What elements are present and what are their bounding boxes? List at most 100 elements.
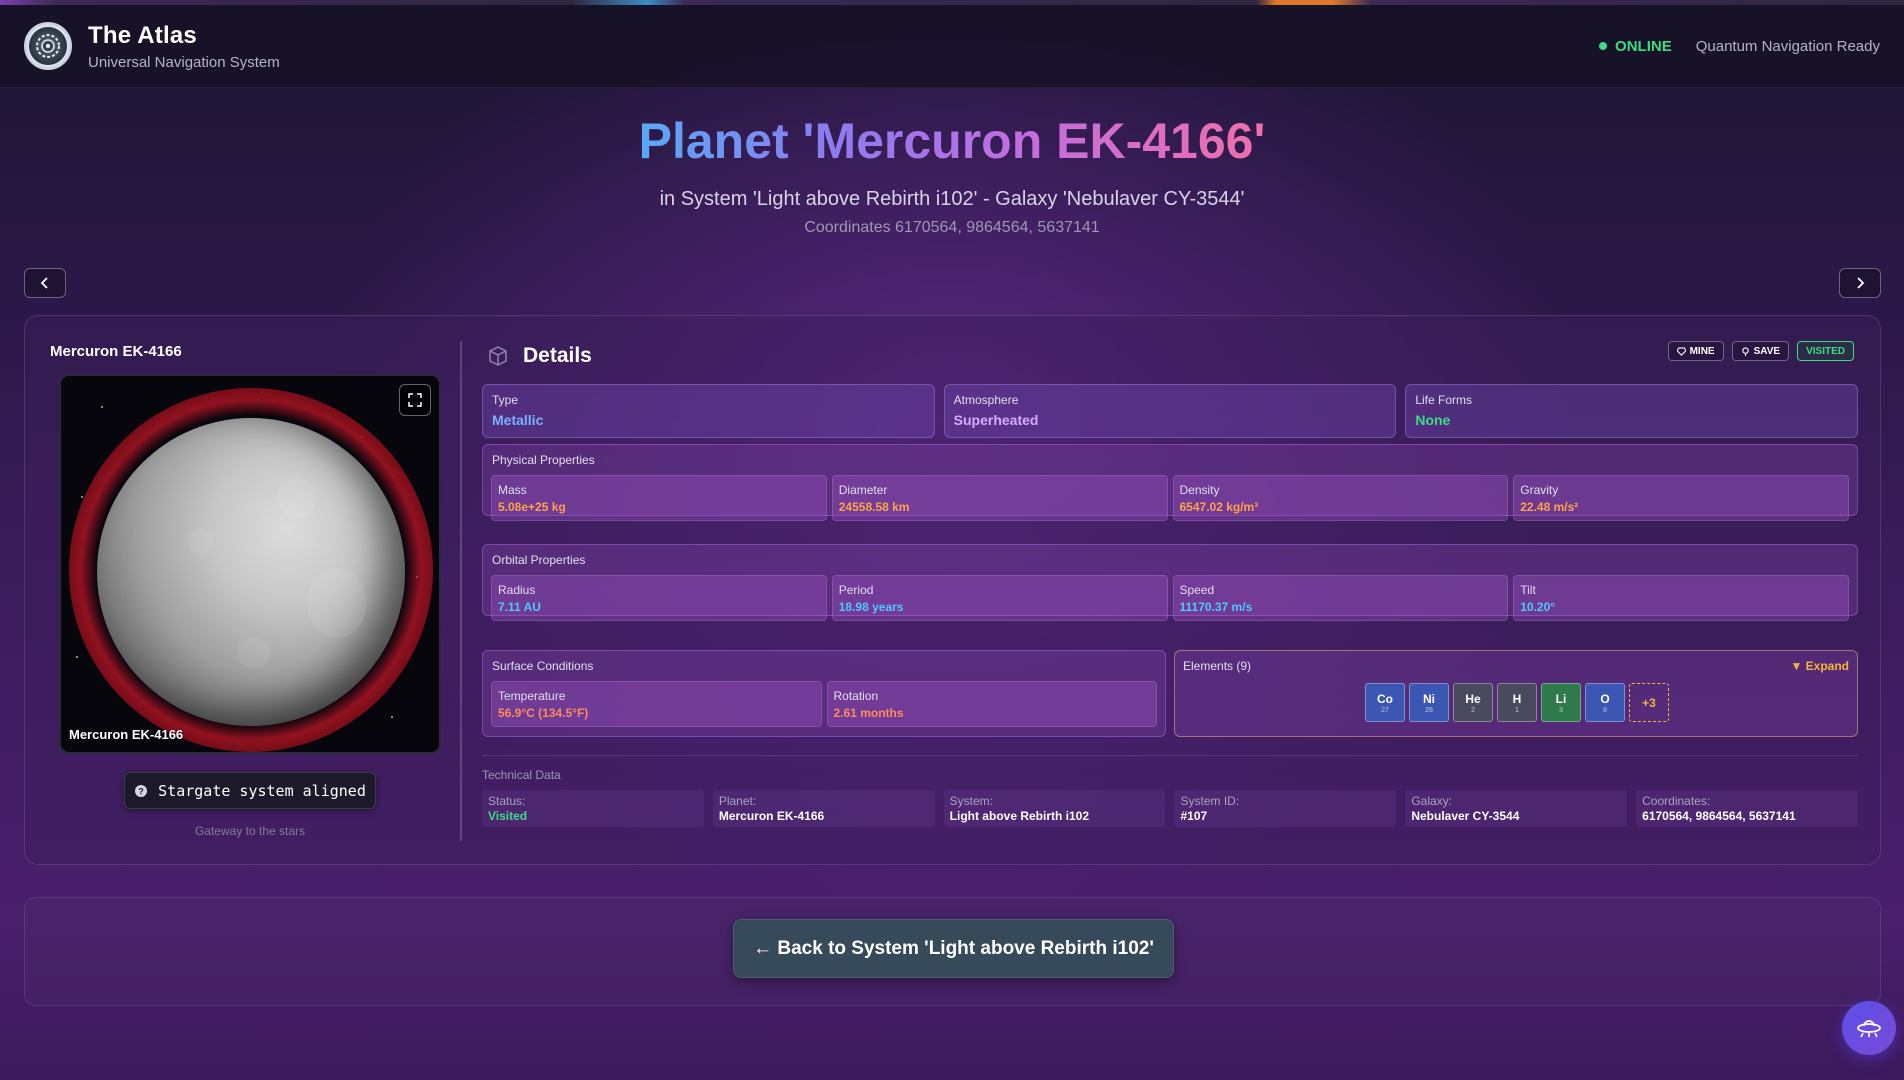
mine-button[interactable]: MINE — [1667, 341, 1724, 361]
element-tile[interactable]: O8 — [1585, 683, 1625, 722]
tech-planet: Planet: Mercuron EK-4166 — [712, 790, 935, 827]
type-label: Type — [492, 393, 519, 407]
temperature-value: 56.9°C (134.5°F) — [498, 706, 589, 720]
period-field: Period 18.98 years — [831, 575, 1168, 621]
previous-planet-button[interactable] — [24, 268, 66, 298]
tilt-field: Tilt 10.20° — [1513, 575, 1849, 621]
page-coordinates: Coordinates 6170564, 9864564, 5637141 — [804, 219, 1100, 236]
page-hero: Planet 'Mercuron EK-4166' in System 'Lig… — [0, 112, 1904, 237]
type-value: Metallic — [492, 412, 544, 428]
speed-value: 11170.37 m/s — [1179, 600, 1253, 614]
tech-system: System: Light above Rebirth i102 — [943, 790, 1166, 827]
expand-elements-button[interactable]: ▼ Expand — [1790, 659, 1849, 673]
density-field: Density 6547.02 kg/m³ — [1172, 475, 1509, 521]
app-subtitle: Universal Navigation System — [88, 53, 280, 71]
element-tile[interactable]: Li 3 — [1541, 683, 1581, 722]
rotation-value: 2.61 months — [833, 706, 904, 720]
physical-properties-group: Physical Properties Mass 5.08e+25 kg Diam… — [482, 444, 1858, 521]
save-label: SAVE — [1753, 345, 1781, 357]
fullscreen-icon[interactable] — [399, 384, 431, 416]
element-tile[interactable]: He 2 — [1453, 683, 1493, 722]
gravity-label: Gravity — [1520, 483, 1559, 497]
planet-sphere — [97, 418, 405, 726]
rotation-field: Rotation 2.61 months — [826, 681, 1157, 727]
online-status: ONLINE — [1599, 38, 1672, 55]
planet-visual-panel: Mercuron EK-4166 Mercuron EK-4166 ? Star… — [25, 316, 461, 864]
period-value: 18.98 years — [838, 600, 904, 614]
life-forms-label: Life Forms — [1415, 393, 1473, 407]
back-section: ← Back to System 'Light above Rebirth i1… — [24, 897, 1881, 1006]
save-button[interactable]: SAVE — [1731, 341, 1790, 361]
cube-icon — [489, 346, 507, 366]
gravity-value: 22.48 m/s² — [1520, 500, 1579, 514]
atmosphere-field: Atmosphere Superheated — [943, 384, 1397, 438]
speed-field: Speed 11170.37 m/s — [1172, 575, 1509, 621]
temperature-label: Temperature — [498, 689, 566, 703]
app-title: The Atlas — [88, 21, 197, 49]
app-header: The Atlas Universal Navigation System ON… — [0, 5, 1904, 88]
planet-image[interactable]: Mercuron EK-4166 — [59, 374, 441, 754]
life-forms-value: None — [1415, 412, 1451, 428]
gear-icon — [36, 34, 60, 58]
orbital-properties-group: Orbital Properties Radius 7.11 AU Period 1… — [482, 544, 1858, 621]
density-label: Density — [1179, 483, 1220, 497]
element-tile[interactable]: Co 27 — [1365, 683, 1405, 722]
tech-coordinates: Coordinates: 6170564, 9864564, 5637141 — [1636, 790, 1858, 827]
period-label: Period — [838, 583, 874, 597]
gravity-field: Gravity 22.48 m/s² — [1513, 475, 1849, 521]
temperature-field: Temperature 56.9°C (134.5°F) — [491, 681, 822, 727]
planet-card: Mercuron EK-4166 Mercuron EK-4166 ? Star… — [24, 315, 1881, 865]
technical-divider — [482, 755, 1858, 756]
technical-data-title: Technical Data — [482, 768, 561, 782]
atlas-logo[interactable] — [24, 22, 72, 70]
elements-group: Elements (9) ▼ Expand Co 27 Ni 28 He 2 H1 L… — [1174, 650, 1858, 737]
chevron-left-icon — [40, 277, 48, 289]
planet-panel-title: Mercuron EK-4166 — [50, 343, 182, 360]
back-to-system-button[interactable]: ← Back to System 'Light above Rebirth i1… — [733, 919, 1174, 978]
ufo-icon — [1857, 1020, 1881, 1038]
speed-label: Speed — [1179, 583, 1215, 597]
tilt-label: Tilt — [1520, 583, 1536, 597]
ufo-assistant-button[interactable] — [1842, 1001, 1896, 1055]
surface-conditions-group: Surface Conditions Temperature 56.9°C (13… — [482, 650, 1166, 737]
diamond-icon — [1676, 346, 1686, 356]
details-panel: Details MINE SAVE VISITED Type Metallic … — [482, 316, 1862, 864]
tech-system-id: System ID: #107 — [1174, 790, 1397, 827]
radius-value: 7.11 AU — [498, 600, 541, 614]
next-planet-button[interactable] — [1839, 268, 1881, 298]
orbital-properties-title: Orbital Properties — [492, 553, 586, 567]
tech-galaxy: Galaxy: Nebulaver CY-3544 — [1405, 790, 1628, 827]
page-subtitle: in System 'Light above Rebirth i102' - G… — [659, 188, 1245, 210]
status-label: ONLINE — [1615, 37, 1672, 55]
details-title: Details — [523, 344, 592, 367]
mass-value: 5.08e+25 kg — [498, 500, 566, 514]
column-divider — [460, 341, 462, 841]
gateway-caption: Gateway to the stars — [194, 824, 306, 838]
mass-field: Mass 5.08e+25 kg — [491, 475, 827, 521]
mass-label: Mass — [498, 483, 527, 497]
life-forms-field: Life Forms None — [1405, 384, 1859, 438]
chevron-right-icon — [1857, 277, 1865, 289]
stargate-label: Stargate system aligned — [158, 781, 366, 800]
help-circle-icon: ? — [135, 784, 148, 797]
surface-conditions-title: Surface Conditions — [492, 659, 594, 673]
atmosphere-label: Atmosphere — [953, 393, 1019, 407]
planet-image-label: Mercuron EK-4166 — [69, 727, 184, 742]
pin-icon — [1741, 346, 1749, 356]
radius-field: Radius 7.11 AU — [491, 575, 827, 621]
more-elements-button[interactable]: +3 — [1629, 683, 1669, 722]
element-tile[interactable]: Ni 28 — [1409, 683, 1449, 722]
diameter-value: 24558.58 km — [838, 500, 910, 514]
diameter-field: Diameter 24558.58 km — [831, 475, 1168, 521]
stargate-button[interactable]: ? Stargate system aligned — [124, 772, 376, 809]
element-tile[interactable]: H1 — [1497, 683, 1537, 722]
radius-label: Radius — [498, 583, 536, 597]
elements-title: Elements (9) — [1183, 659, 1252, 673]
density-value: 6547.02 kg/m³ — [1179, 500, 1259, 514]
tilt-value: 10.20° — [1520, 600, 1556, 614]
physical-properties-title: Physical Properties — [492, 453, 595, 467]
status-dot-icon — [1599, 42, 1608, 50]
mine-label: MINE — [1689, 345, 1715, 357]
tech-status: Status: Visited — [482, 790, 704, 827]
svg-text:?: ? — [138, 786, 144, 796]
